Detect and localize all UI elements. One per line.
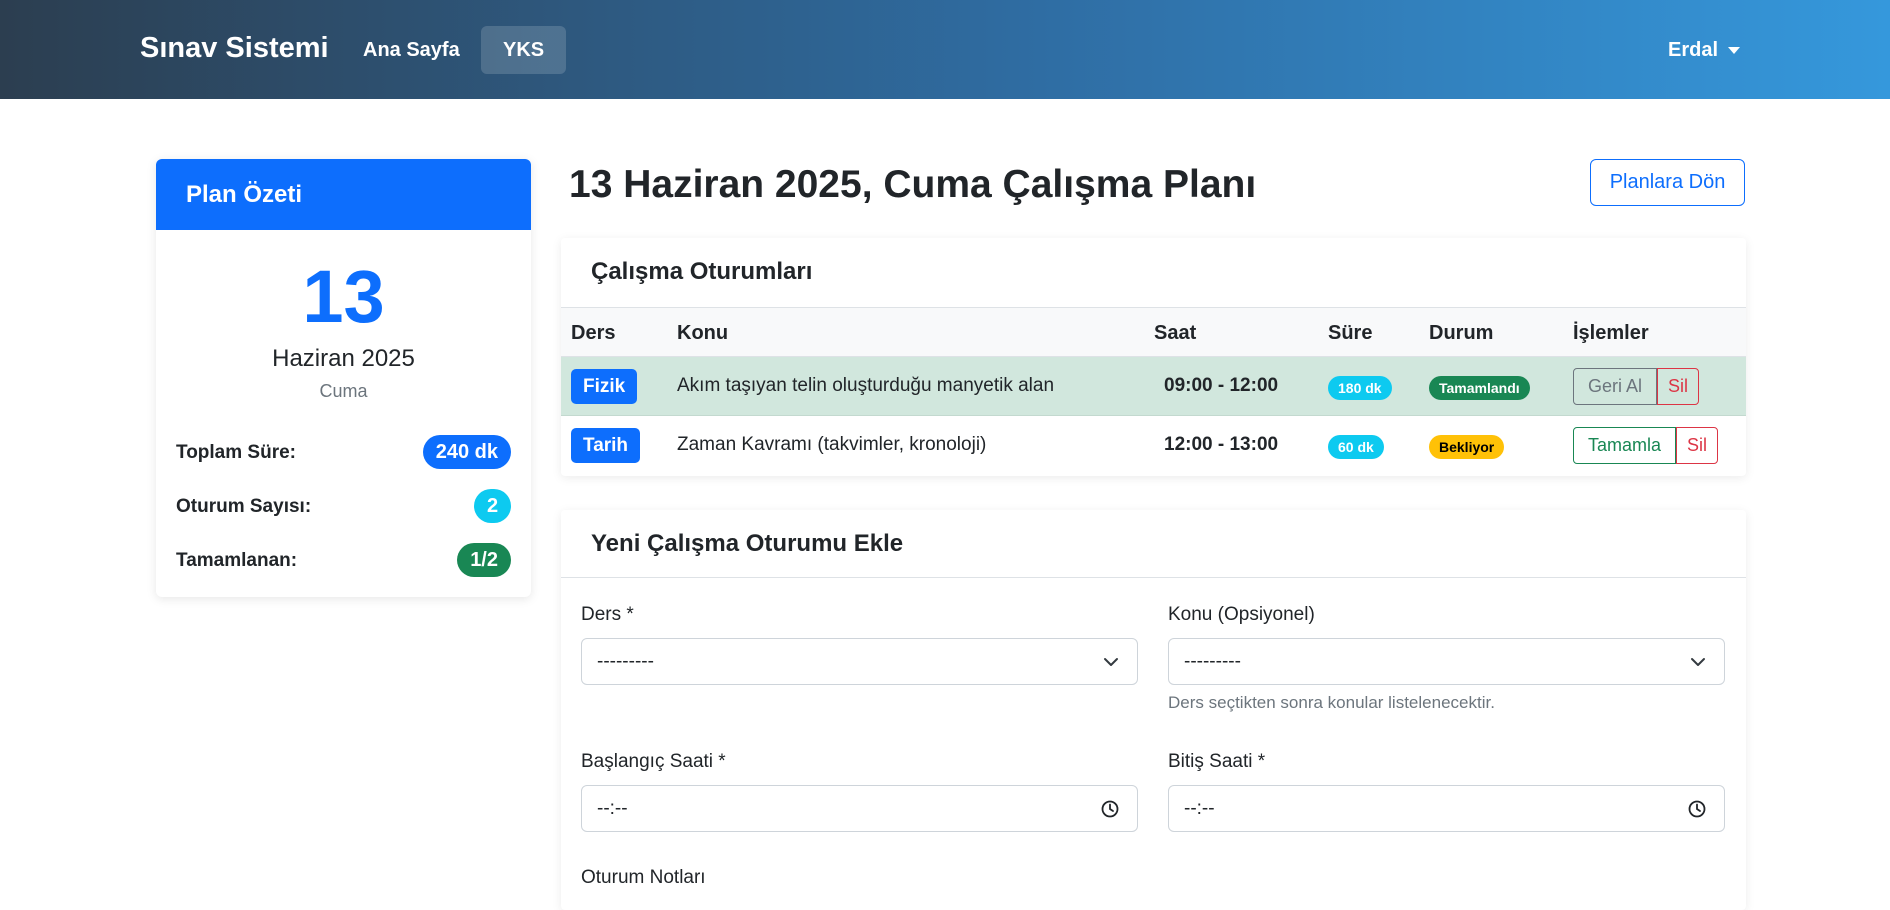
add-session-title: Yeni Çalışma Oturumu Ekle	[591, 530, 904, 557]
divider	[561, 577, 1746, 578]
navbar: Sınav Sistemi Ana Sayfa YKS Erdal	[0, 0, 1890, 99]
user-menu[interactable]: Erdal	[1668, 26, 1741, 74]
sessions-card: Çalışma Oturumları Ders Konu Saat Süre D…	[561, 238, 1746, 476]
table-header: Ders Konu Saat Süre Durum İşlemler	[561, 307, 1746, 357]
stat-completed-label: Tamamlanan:	[176, 550, 298, 571]
caret-down-icon	[1728, 47, 1741, 55]
summary-day: 13	[302, 255, 385, 338]
end-time-input[interactable]: --:--	[1168, 785, 1725, 832]
topic-cell: Zaman Kavramı (takvimler, kronoloji)	[677, 434, 987, 455]
stat-total-badge: 240 dk	[422, 435, 511, 469]
table-row: Fizik Akım taşıyan telin oluşturduğu man…	[561, 357, 1746, 416]
subject-select-value: ---------	[597, 651, 654, 672]
row-actions: Geri Al Sil	[1573, 368, 1700, 405]
topic-hint: Ders seçtikten sonra konular listelenece…	[1168, 693, 1495, 712]
subject-label: Ders *	[581, 604, 634, 625]
sessions-title: Çalışma Oturumları	[591, 258, 813, 285]
col-status: Durum	[1429, 322, 1494, 344]
subject-badge: Fizik	[571, 369, 638, 404]
col-subject: Ders	[571, 322, 616, 344]
undo-button[interactable]: Geri Al	[1573, 368, 1658, 405]
notes-label: Oturum Notları	[581, 867, 706, 888]
clock-icon[interactable]	[1101, 800, 1119, 818]
summary-month-year: Haziran 2025	[272, 345, 415, 372]
stat-sessions-label: Oturum Sayısı:	[176, 496, 312, 517]
end-time-value: --:--	[1184, 798, 1215, 819]
nav-yks[interactable]: YKS	[481, 26, 567, 74]
stat-sessions-badge: 2	[474, 489, 511, 523]
brand-logo[interactable]: Sınav Sistemi	[140, 32, 329, 65]
start-time-label: Başlangıç Saati *	[581, 751, 726, 772]
clock-icon[interactable]	[1688, 800, 1706, 818]
plan-summary-card: Plan Özeti 13 Haziran 2025 Cuma Toplam S…	[156, 159, 531, 597]
subject-badge: Tarih	[571, 428, 641, 463]
col-topic: Konu	[677, 322, 729, 344]
stat-completed-badge: 1/2	[457, 543, 511, 577]
col-time: Saat	[1154, 322, 1197, 344]
chevron-down-icon	[1104, 658, 1118, 666]
topic-select-value: ---------	[1184, 651, 1241, 672]
page-title: 13 Haziran 2025, Cuma Çalışma Planı	[569, 163, 1257, 206]
summary-weekday: Cuma	[319, 381, 368, 401]
delete-button[interactable]: Sil	[1657, 368, 1700, 405]
stat-total-label: Toplam Süre:	[176, 442, 296, 463]
subject-select[interactable]: ---------	[581, 638, 1138, 685]
add-session-card: Yeni Çalışma Oturumu Ekle Ders * -------…	[561, 510, 1746, 910]
time-cell: 12:00 - 13:00	[1164, 434, 1279, 455]
topic-select[interactable]: ---------	[1168, 638, 1725, 685]
topic-label: Konu (Opsiyonel)	[1168, 604, 1315, 625]
duration-badge: 60 dk	[1328, 435, 1384, 459]
nav-home[interactable]: Ana Sayfa	[341, 26, 482, 74]
duration-badge: 180 dk	[1328, 376, 1392, 400]
delete-button[interactable]: Sil	[1676, 427, 1719, 464]
col-actions: İşlemler	[1573, 322, 1649, 344]
plan-summary-header: Plan Özeti	[156, 159, 531, 230]
start-time-input[interactable]: --:--	[581, 785, 1138, 832]
chevron-down-icon	[1691, 658, 1705, 666]
end-time-label: Bitiş Saati *	[1168, 751, 1266, 772]
topic-cell: Akım taşıyan telin oluşturduğu manyetik …	[677, 375, 1055, 396]
status-badge: Tamamlandı	[1429, 376, 1530, 400]
complete-button[interactable]: Tamamla	[1573, 427, 1677, 464]
row-actions: Tamamla Sil	[1573, 427, 1719, 464]
time-cell: 09:00 - 12:00	[1164, 375, 1279, 396]
status-badge: Bekliyor	[1429, 435, 1505, 459]
user-name: Erdal	[1668, 39, 1719, 61]
back-to-plans-button[interactable]: Planlara Dön	[1590, 159, 1745, 206]
col-duration: Süre	[1328, 322, 1373, 344]
start-time-value: --:--	[597, 798, 628, 819]
table-row: Tarih Zaman Kavramı (takvimler, kronoloj…	[561, 416, 1746, 475]
